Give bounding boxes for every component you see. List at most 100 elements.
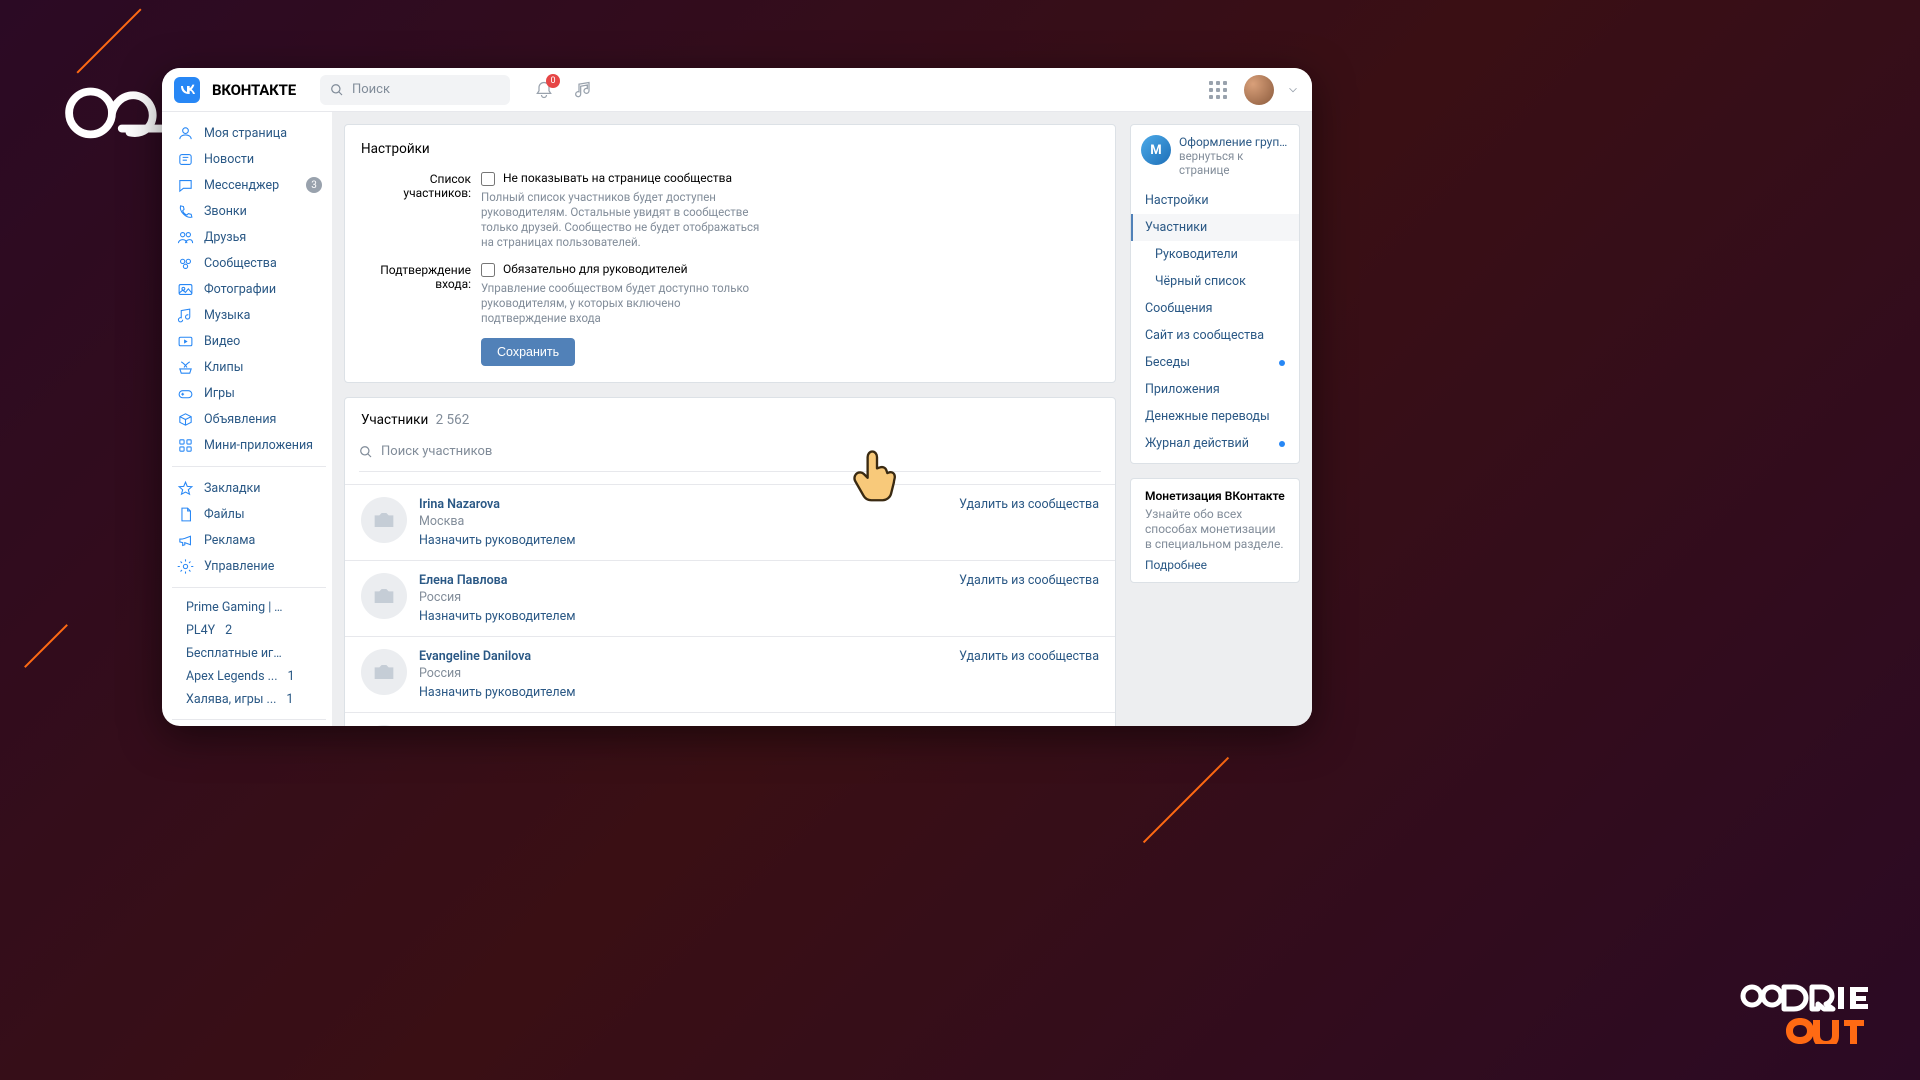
group-title: Оформление групп и диз... xyxy=(1179,135,1289,149)
gamepad-icon xyxy=(177,385,194,402)
assign-manager-link[interactable]: Назначить руководителем xyxy=(419,685,947,700)
sidebar-item-clips[interactable]: Клипы xyxy=(170,354,328,380)
sidebar-group-link[interactable]: Бесплатные игры xyxy=(170,642,328,665)
rnav-site[interactable]: Сайт из сообщества xyxy=(1131,322,1299,349)
members-search-input[interactable]: Поиск участников xyxy=(359,440,1101,472)
member-name[interactable]: Evangeline Danilova xyxy=(419,649,947,664)
group-header[interactable]: M Оформление групп и диз... вернуться к … xyxy=(1131,125,1299,187)
clips-icon xyxy=(177,359,194,376)
remove-member-link[interactable]: Удалить из сообщества xyxy=(959,573,1099,588)
rnav-log[interactable]: Журнал действий xyxy=(1131,430,1299,457)
sidebar-item-messenger[interactable]: Мессенджер3 xyxy=(170,172,328,198)
badge: 1 xyxy=(288,669,295,684)
sidebar-item-games[interactable]: Игры xyxy=(170,380,328,406)
music-icon xyxy=(177,307,194,324)
monet-title: Монетизация ВКонтакте xyxy=(1145,489,1285,503)
sidebar-item-ads[interactable]: Объявления xyxy=(170,406,328,432)
sidebar-item-miniapps[interactable]: Мини-приложения xyxy=(170,432,328,458)
checkbox-require-2fa[interactable]: Обязательно для руководителей xyxy=(481,262,1099,277)
member-avatar[interactable] xyxy=(361,497,407,543)
rnav-apps[interactable]: Приложения xyxy=(1131,376,1299,403)
member-name[interactable]: Arina Bonilla xyxy=(419,725,947,726)
rnav-settings[interactable]: Настройки xyxy=(1131,187,1299,214)
right-nav-list: Настройки Участники Руководители Чёрный … xyxy=(1131,187,1299,463)
rnav-money[interactable]: Денежные переводы xyxy=(1131,403,1299,430)
member-location: Россия xyxy=(419,590,947,605)
apps-icon xyxy=(177,437,194,454)
rnav-messages[interactable]: Сообщения xyxy=(1131,295,1299,322)
user-avatar[interactable] xyxy=(1244,75,1274,105)
sidebar-item-my-page[interactable]: Моя страница xyxy=(170,120,328,146)
photo-icon xyxy=(177,281,194,298)
rnav-members[interactable]: Участники xyxy=(1131,214,1299,241)
checkbox-hide-members[interactable]: Не показывать на странице сообщества xyxy=(481,171,1099,186)
apps-grid-button[interactable] xyxy=(1204,76,1232,104)
settings-card: Настройки Список участников: Не показыва… xyxy=(344,124,1116,383)
music-button[interactable] xyxy=(570,76,598,104)
member-name[interactable]: Елена Павлова xyxy=(419,573,947,588)
file-icon xyxy=(177,506,194,523)
member-row: Елена Павлова Россия Назначить руководит… xyxy=(345,560,1115,636)
members-card: Участники 2 562 Поиск участников Irina N… xyxy=(344,397,1116,726)
sidebar-item-video[interactable]: Видео xyxy=(170,328,328,354)
remove-member-link[interactable]: Удалить из сообщества xyxy=(959,497,1099,512)
notifications-button[interactable]: 0 xyxy=(530,76,558,104)
decor-line-icon xyxy=(1143,757,1229,843)
sidebar-item-advertising[interactable]: Реклама xyxy=(170,527,328,553)
member-location: Москва xyxy=(419,514,947,529)
chevron-down-icon xyxy=(1286,80,1300,100)
grid-icon xyxy=(1209,81,1227,99)
sidebar-item-music[interactable]: Музыка xyxy=(170,302,328,328)
sidebar-item-manage[interactable]: Управление xyxy=(170,553,328,579)
checkbox-input[interactable] xyxy=(481,263,495,277)
assign-manager-link[interactable]: Назначить руководителем xyxy=(419,533,947,548)
sidebar-item-news[interactable]: Новости xyxy=(170,146,328,172)
sidebar-item-communities[interactable]: Сообщества xyxy=(170,250,328,276)
sidebar-group-link[interactable]: Халява, игры ...1 xyxy=(170,688,328,711)
checkbox-input[interactable] xyxy=(481,172,495,186)
app-window: ВКОНТАКТЕ Поиск 0 Моя страница Новости М… xyxy=(162,68,1312,726)
page-top-left-decor xyxy=(52,72,172,154)
sidebar-group-link[interactable]: Prime Gaming | Tв... xyxy=(170,596,328,619)
sidebar-group-link[interactable]: PL4Y2 xyxy=(170,619,328,642)
search-icon xyxy=(359,445,373,459)
monet-link[interactable]: Подробнее xyxy=(1145,558,1285,572)
group-avatar-icon: M xyxy=(1141,135,1171,165)
camera-deactivated-icon xyxy=(370,658,398,686)
sidebar-item-friends[interactable]: Друзья xyxy=(170,224,328,250)
rnav-blacklist[interactable]: Чёрный список xyxy=(1131,268,1299,295)
member-row: Arina Bonilla Россия Назначить руководит… xyxy=(345,712,1115,726)
sidebar-item-files[interactable]: Файлы xyxy=(170,501,328,527)
user-menu-toggle[interactable] xyxy=(1286,76,1300,104)
camera-deactivated-icon xyxy=(370,506,398,534)
assign-manager-link[interactable]: Назначить руководителем xyxy=(419,609,947,624)
remove-member-link[interactable]: Удалить из сообщества xyxy=(959,649,1099,664)
sidebar-item-photos[interactable]: Фотографии xyxy=(170,276,328,302)
gear-icon xyxy=(177,558,194,575)
pointer-hand-icon xyxy=(847,444,907,504)
badge: 1 xyxy=(286,692,293,707)
dot-indicator-icon xyxy=(1279,360,1285,366)
global-search-input[interactable]: Поиск xyxy=(320,75,510,105)
rnav-chats[interactable]: Беседы xyxy=(1131,349,1299,376)
member-avatar[interactable] xyxy=(361,573,407,619)
save-button[interactable]: Сохранить xyxy=(481,338,575,366)
search-icon xyxy=(330,83,344,97)
member-avatar[interactable] xyxy=(361,725,407,726)
field-label-members-list: Список участников: xyxy=(361,171,471,250)
group-subtitle: вернуться к странице xyxy=(1179,149,1289,177)
field-label-login-confirm: Подтверждение входа: xyxy=(361,262,471,326)
vk-logo-icon[interactable] xyxy=(174,77,200,103)
remove-member-link[interactable]: Удалить из сообщества xyxy=(959,725,1099,726)
notification-badge: 0 xyxy=(546,74,560,88)
sidebar-group-link[interactable]: Apex Legends ...1 xyxy=(170,665,328,688)
app-header: ВКОНТАКТЕ Поиск 0 xyxy=(162,68,1312,112)
music-icon xyxy=(574,80,594,100)
member-location: Россия xyxy=(419,666,947,681)
friends-icon xyxy=(177,229,194,246)
sidebar-item-calls[interactable]: Звонки xyxy=(170,198,328,224)
rnav-managers[interactable]: Руководители xyxy=(1131,241,1299,268)
member-row: Evangeline Danilova Россия Назначить рук… xyxy=(345,636,1115,712)
member-avatar[interactable] xyxy=(361,649,407,695)
sidebar-item-bookmarks[interactable]: Закладки xyxy=(170,475,328,501)
